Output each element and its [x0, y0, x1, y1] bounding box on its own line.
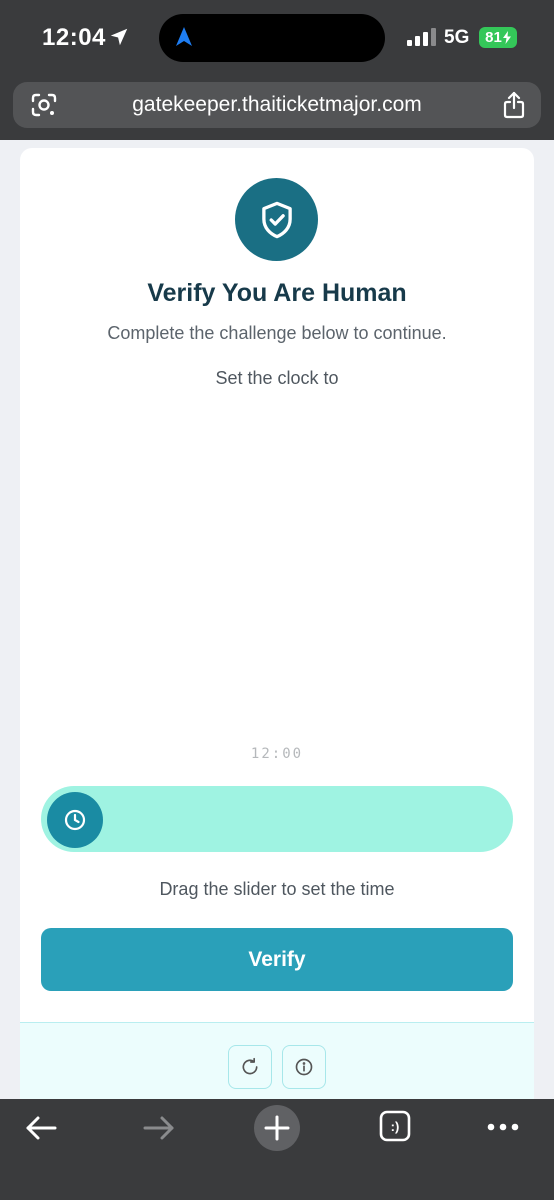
screen: 12:04 5G 81 gatekeeper.thaiticketmajor.c…	[0, 0, 554, 1200]
forward-arrow-icon[interactable]	[142, 1113, 176, 1148]
refresh-button[interactable]	[228, 1045, 272, 1089]
share-icon[interactable]	[503, 91, 525, 124]
tabs-icon[interactable]: :)	[378, 1109, 412, 1148]
time-slider[interactable]	[41, 786, 513, 852]
battery-indicator: 81	[479, 27, 517, 48]
more-icon[interactable]	[486, 1119, 520, 1137]
location-arrow-icon	[108, 26, 130, 53]
status-time: 12:04	[42, 24, 106, 51]
verify-button[interactable]: Verify	[41, 928, 513, 991]
slider-handle[interactable]	[47, 792, 103, 848]
challenge-instruction: Set the clock to	[215, 368, 339, 388]
address-bar[interactable]: gatekeeper.thaiticketmajor.com	[13, 82, 541, 128]
charging-bolt-icon	[502, 31, 511, 44]
challenge-footer	[20, 1022, 534, 1108]
clock-icon	[64, 809, 86, 831]
signal-icon	[407, 28, 437, 51]
time-readout: 12:00	[250, 746, 304, 762]
plus-icon	[264, 1115, 290, 1141]
battery-level: 81	[485, 29, 502, 46]
url-text[interactable]: gatekeeper.thaiticketmajor.com	[13, 93, 541, 117]
shield-check-icon	[235, 178, 318, 261]
challenge-card: Verify You Are Human Complete the challe…	[20, 148, 534, 1108]
network-type: 5G	[444, 27, 470, 48]
navigation-arrow-icon	[174, 26, 194, 53]
page-title: Verify You Are Human	[147, 279, 407, 307]
page-subtitle: Complete the challenge below to continue…	[107, 323, 447, 343]
slider-hint: Drag the slider to set the time	[159, 879, 395, 899]
info-icon	[295, 1058, 313, 1076]
browser-toolbar: :)	[0, 1099, 554, 1200]
refresh-icon	[242, 1057, 258, 1075]
back-arrow-icon[interactable]	[24, 1113, 58, 1148]
svg-text::): :)	[391, 1119, 400, 1134]
info-button[interactable]	[282, 1045, 326, 1089]
new-tab-button[interactable]	[254, 1105, 300, 1151]
browser-top-chrome: 12:04 5G 81 gatekeeper.thaiticketmajor.c…	[0, 0, 554, 140]
